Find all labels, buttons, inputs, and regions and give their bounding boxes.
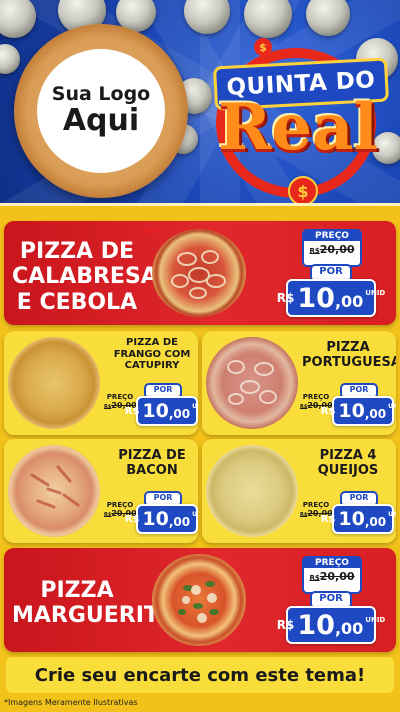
old-price-value: 20,00 — [319, 243, 355, 256]
logo-text-line1: Sua Logo — [51, 83, 151, 105]
product-name: PIZZA PORTUGUESA — [302, 340, 396, 370]
product-card-4-queijos[interactable]: PIZZA 4 QUEIJOS POR PREÇO R$20,00 R$ 10 … — [202, 439, 396, 543]
price-dec: ,00 — [364, 515, 387, 529]
price-dec: ,00 — [334, 292, 364, 311]
dollar-icon: $ — [254, 38, 272, 56]
currency: R$ — [309, 574, 320, 582]
price-dec: ,00 — [334, 619, 364, 638]
price-old-box: PREÇO R$20,00 — [302, 556, 362, 594]
product-card-marguerita[interactable]: PIZZA MARGUERITA PREÇO R$20,00 POR R$ 10… — [4, 548, 396, 652]
pizza-bacon-image — [8, 445, 100, 537]
unit-label: UNID — [192, 511, 198, 518]
price-dec: ,00 — [168, 515, 191, 529]
dollar-icon: $ — [288, 176, 318, 206]
product-card-portuguesa[interactable]: PIZZA PORTUGUESA POR PREÇO R$20,00 R$ 10… — [202, 331, 396, 435]
hero-banner: Sua Logo Aqui $ QUINTA DO Real $ — [0, 0, 400, 210]
pizza-calabresa-image — [152, 229, 246, 317]
currency: R$ — [276, 291, 295, 305]
product-name: PIZZA 4 QUEIJOS — [317, 448, 379, 478]
price-old-box: PREÇO R$20,00 — [302, 229, 362, 267]
product-name: PIZZA DE FRANGO COM CATUPIRY — [113, 337, 191, 371]
new-price-box: R$ 10 ,00 UNID — [277, 279, 385, 317]
price-int: 10 — [297, 282, 335, 314]
logo-text-line2: Aqui — [62, 103, 140, 138]
product-card-calabresa[interactable]: PIZZA DE CALABRESA E CEBOLA -50% PREÇO R… — [4, 221, 396, 325]
price-label: PREÇO — [302, 501, 330, 509]
price-label: PREÇO — [304, 558, 360, 568]
price-dec: ,00 — [168, 407, 191, 421]
new-price-box: R$ 10 ,00 UNID — [321, 504, 396, 534]
unit-label: UNID — [388, 403, 396, 410]
old-price: R$20,00 — [304, 570, 360, 583]
unit-label: UNID — [388, 511, 396, 518]
unit-label: UNID — [192, 403, 198, 410]
currency: R$ — [309, 247, 320, 255]
currency: R$ — [124, 405, 140, 417]
old-price: R$20,00 — [304, 243, 360, 256]
coin-icon — [0, 0, 36, 38]
logo-placeholder[interactable]: Sua Logo Aqui — [40, 52, 162, 170]
currency: R$ — [124, 513, 140, 525]
product-name: PIZZA DE CALABRESA E CEBOLA — [12, 239, 158, 315]
new-price-box: R$ 10 ,00 UNID — [125, 396, 198, 426]
cta-text: Crie seu encarte com este tema! — [34, 664, 366, 686]
unit-label: UNID — [365, 289, 386, 297]
new-price-box: R$ 10 ,00 UNID — [125, 504, 198, 534]
price-label: PREÇO — [106, 393, 134, 401]
price-int: 10 — [297, 609, 335, 641]
price-int: 10 — [338, 400, 365, 422]
pizza-frango-image — [8, 337, 100, 429]
currency: R$ — [320, 405, 336, 417]
new-price-box: R$ 10 ,00 UNID — [277, 606, 385, 644]
cta-banner[interactable]: Crie seu encarte com este tema! — [6, 657, 394, 693]
pizza-marguerita-image — [152, 554, 246, 646]
pizza-portuguesa-image — [206, 337, 298, 429]
disclaimer-note: *Imagens Meramente Ilustrativas — [4, 698, 138, 707]
currency: R$ — [320, 513, 336, 525]
price-dec: ,00 — [364, 407, 387, 421]
brand-main-text: Real — [218, 90, 378, 165]
old-price-value: 20,00 — [319, 570, 355, 583]
brand-quinta-do-real: $ QUINTA DO Real $ — [196, 38, 396, 210]
price-int: 10 — [338, 508, 365, 530]
coin-icon — [0, 44, 20, 74]
product-card-bacon[interactable]: PIZZA DE BACON POR PREÇO R$20,00 R$ 10 ,… — [4, 439, 198, 543]
price-int: 10 — [142, 508, 169, 530]
price-label: PREÇO — [304, 231, 360, 241]
price-int: 10 — [142, 400, 169, 422]
new-price-box: R$ 10 ,00 UNID — [321, 396, 396, 426]
product-name: PIZZA MARGUERITA — [12, 578, 175, 629]
price-label: PREÇO — [106, 501, 134, 509]
divider-stripe — [0, 203, 400, 220]
product-card-frango[interactable]: PIZZA DE FRANGO COM CATUPIRY POR PREÇO R… — [4, 331, 198, 435]
product-name: PIZZA DE BACON — [118, 448, 186, 478]
price-label: PREÇO — [302, 393, 330, 401]
unit-label: UNID — [365, 616, 386, 624]
pizza-4-queijos-image — [206, 445, 298, 537]
currency: R$ — [276, 618, 295, 632]
